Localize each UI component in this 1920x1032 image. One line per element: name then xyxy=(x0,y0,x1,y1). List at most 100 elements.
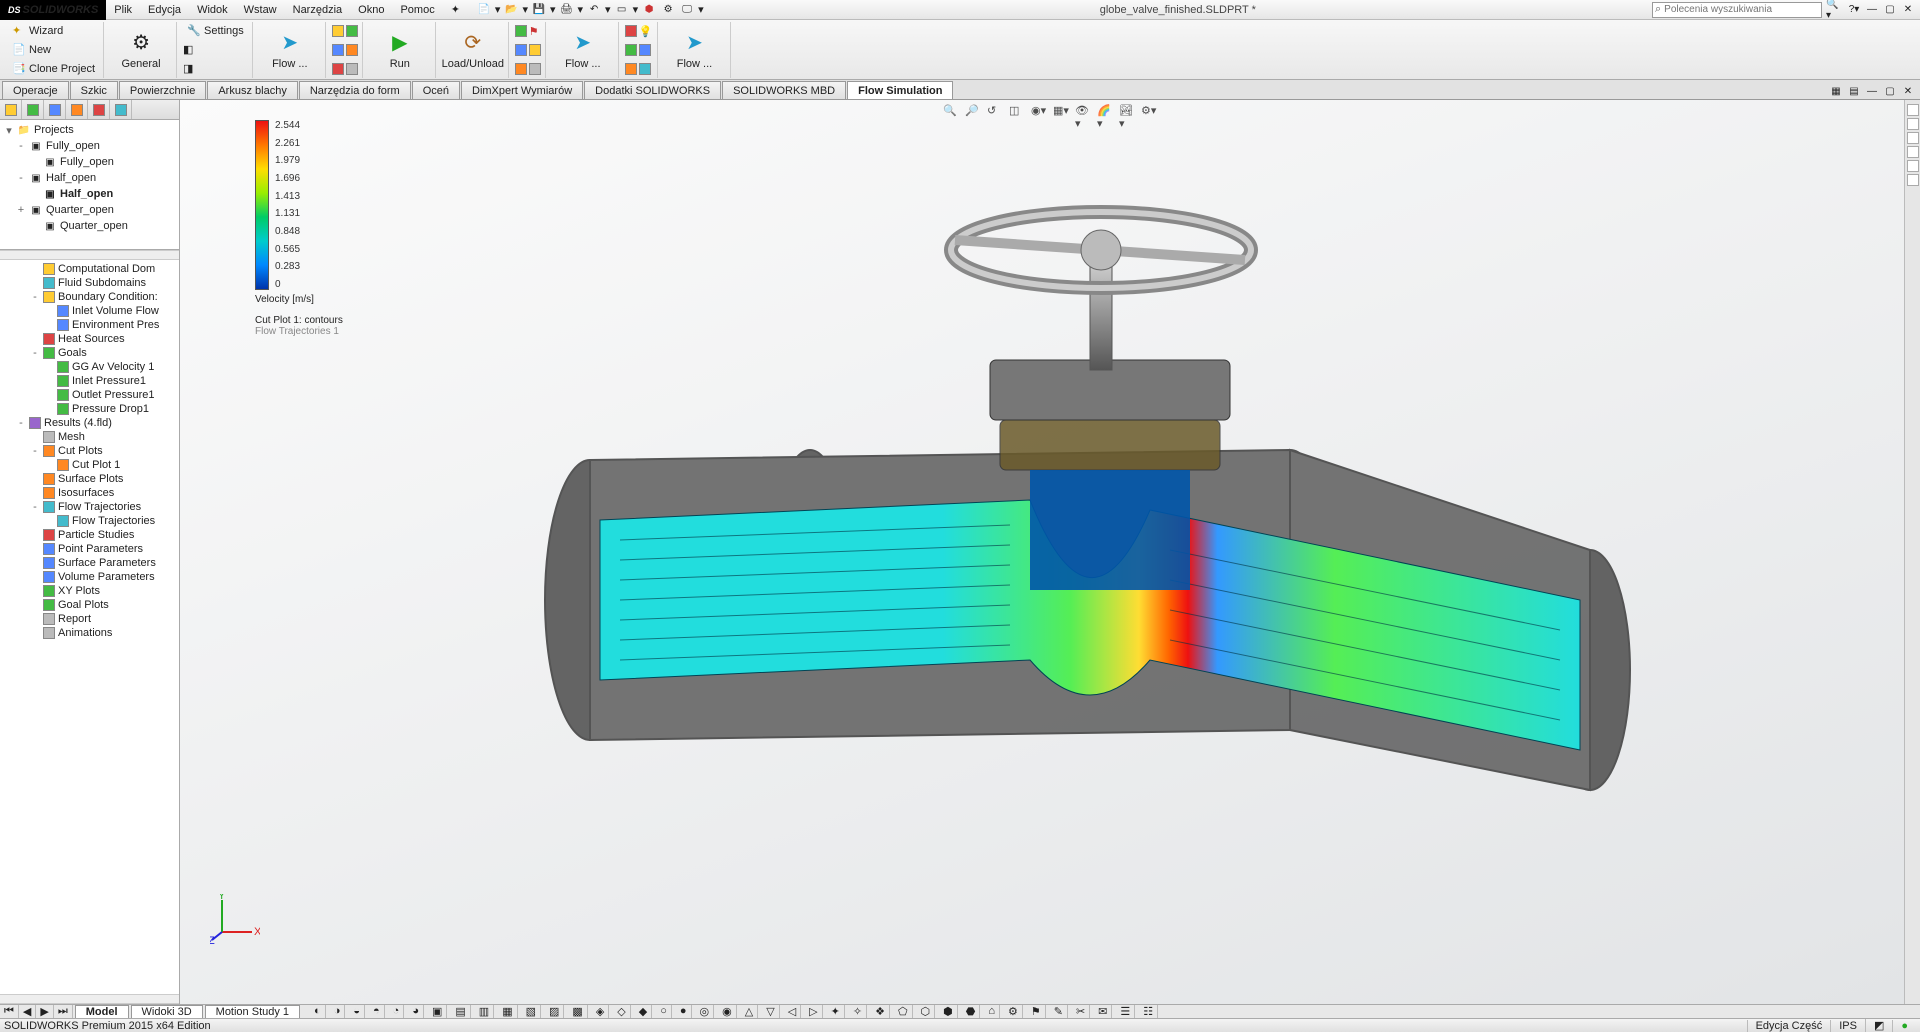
menu-narzędzia[interactable]: Narzędzia xyxy=(285,0,351,20)
bottom-toolbar-icon[interactable]: ▷ xyxy=(805,1005,822,1018)
zoom-area-icon[interactable]: 🔎 xyxy=(965,104,981,120)
tree-item[interactable]: -▣Half_open xyxy=(2,170,177,186)
bottom-toolbar-icon[interactable]: ◓ xyxy=(369,1005,385,1018)
appearance-icon[interactable]: 🌈▾ xyxy=(1097,104,1113,120)
flow3-button[interactable]: ➤Flow ... xyxy=(664,23,726,77)
tree-item[interactable]: Point Parameters xyxy=(2,542,177,556)
tree-scrollbar[interactable] xyxy=(0,250,179,260)
bottom-toolbar-icon[interactable]: ⚑ xyxy=(1027,1005,1046,1018)
bottom-toolbar-icon[interactable]: ⬢ xyxy=(939,1005,958,1018)
rib-ico-15[interactable] xyxy=(625,63,637,75)
rib-ico-1[interactable] xyxy=(332,25,344,37)
bulb-icon[interactable]: 💡 xyxy=(639,25,653,38)
bottom-toolbar-icon[interactable]: ▦ xyxy=(498,1005,517,1018)
tab-szkic[interactable]: Szkic xyxy=(70,81,118,99)
tree-item[interactable]: Computational Dom xyxy=(2,262,177,276)
flow-button[interactable]: ➤Flow ... xyxy=(259,23,321,77)
prev-view-icon[interactable]: ↺ xyxy=(987,104,1003,120)
tab-cascade-icon[interactable]: ▤ xyxy=(1846,83,1862,99)
pane-tab-3[interactable] xyxy=(44,100,66,119)
rail-icon-6[interactable] xyxy=(1907,174,1919,186)
hide-show-icon[interactable]: 👁▾ xyxy=(1075,104,1091,120)
new-doc-icon[interactable]: 📄 xyxy=(476,2,492,18)
search-dropdown-icon[interactable]: 🔍▾ xyxy=(1826,2,1842,18)
tree-item[interactable]: Inlet Pressure1 xyxy=(2,374,177,388)
tab-operacje[interactable]: Operacje xyxy=(2,81,69,99)
zoom-fit-icon[interactable]: 🔍 xyxy=(943,104,959,120)
rib-ico-14[interactable] xyxy=(639,44,651,56)
bt-prev[interactable]: ◀ xyxy=(19,1005,36,1018)
undo-icon[interactable]: ↶ xyxy=(586,2,602,18)
tree-root[interactable]: ▾📁Projects xyxy=(2,122,177,138)
bottom-toolbar-icon[interactable]: ◆ xyxy=(635,1005,652,1018)
tree-item[interactable]: Inlet Volume Flow xyxy=(2,304,177,318)
tree-item[interactable]: GG Av Velocity 1 xyxy=(2,360,177,374)
tree-item[interactable]: +▣Quarter_open xyxy=(2,202,177,218)
print-icon[interactable]: 🖨 xyxy=(559,2,575,18)
bottom-toolbar-icon[interactable]: ▧ xyxy=(522,1005,541,1018)
flow2-button[interactable]: ➤Flow ... xyxy=(552,23,614,77)
tree-item[interactable]: ▣Fully_open xyxy=(2,154,177,170)
tree-item[interactable]: Surface Parameters xyxy=(2,556,177,570)
tree-item[interactable]: Animations xyxy=(2,626,177,640)
ribbon-icon-a[interactable]: ◧ xyxy=(183,43,197,57)
rebuild-icon[interactable]: ⬢ xyxy=(641,2,657,18)
graphics-viewport[interactable]: 🔍 🔎 ↺ ◫ ◉▾ ▦▾ 👁▾ 🌈▾ 🏞▾ ⚙▾ 2.5442.2611.97… xyxy=(180,100,1920,1004)
ribbon-icon-b[interactable]: ◨ xyxy=(183,62,197,76)
bottom-toolbar-icon[interactable]: ◑ xyxy=(330,1005,346,1018)
tree-item[interactable]: Report xyxy=(2,612,177,626)
results-tree[interactable]: Computational DomFluid Subdomains-Bounda… xyxy=(0,260,179,994)
tree-item[interactable]: Flow Trajectories xyxy=(2,514,177,528)
bottom-tab-motion-study-1[interactable]: Motion Study 1 xyxy=(205,1005,300,1019)
view-orient-icon[interactable]: ◉▾ xyxy=(1031,104,1047,120)
tab-narzędzia-do-form[interactable]: Narzędzia do form xyxy=(299,81,411,99)
projects-tree[interactable]: ▾📁Projects -▣Fully_open▣Fully_open-▣Half… xyxy=(0,120,179,250)
rib-ico-2[interactable] xyxy=(346,25,358,37)
menu-okno[interactable]: Okno xyxy=(350,0,392,20)
bottom-toolbar-icon[interactable]: ◕ xyxy=(408,1005,424,1018)
rib-ico-13[interactable] xyxy=(625,44,637,56)
bottom-toolbar-icon[interactable]: ▣ xyxy=(428,1005,447,1018)
scene-icon[interactable]: 🏞▾ xyxy=(1119,104,1135,120)
wizard-button[interactable]: ✦Wizard xyxy=(8,22,67,40)
run-button[interactable]: ▶Run xyxy=(369,23,431,77)
open-icon[interactable]: 📂 xyxy=(503,2,519,18)
bottom-toolbar-icon[interactable]: ▽ xyxy=(762,1005,779,1018)
tree-item[interactable]: Isosurfaces xyxy=(2,486,177,500)
tree-item[interactable]: -▣Fully_open xyxy=(2,138,177,154)
bottom-toolbar-icon[interactable]: ○ xyxy=(656,1005,672,1018)
bottom-toolbar-icon[interactable]: ✎ xyxy=(1050,1005,1068,1018)
flag-icon[interactable]: ⚑ xyxy=(529,25,539,38)
bottom-tab-widoki-3d[interactable]: Widoki 3D xyxy=(131,1005,203,1019)
tree-item[interactable]: Heat Sources xyxy=(2,332,177,346)
tab-arkusz-blachy[interactable]: Arkusz blachy xyxy=(207,81,297,99)
load-unload-button[interactable]: ⟳Load/Unload xyxy=(442,23,504,77)
tree-item[interactable]: Outlet Pressure1 xyxy=(2,388,177,402)
bottom-toolbar-icon[interactable]: ◔ xyxy=(389,1005,405,1018)
bottom-toolbar-icon[interactable]: ◇ xyxy=(613,1005,630,1018)
tab-flow-simulation[interactable]: Flow Simulation xyxy=(847,81,953,99)
display-style-icon[interactable]: ▦▾ xyxy=(1053,104,1069,120)
bottom-toolbar-icon[interactable]: ☷ xyxy=(1139,1005,1158,1018)
bottom-toolbar-icon[interactable]: ❖ xyxy=(871,1005,890,1018)
tab-oceń[interactable]: Oceń xyxy=(412,81,460,99)
rib-ico-4[interactable] xyxy=(346,44,358,56)
options-icon[interactable]: ⚙ xyxy=(660,2,676,18)
tree-item[interactable]: Goal Plots xyxy=(2,598,177,612)
bottom-toolbar-icon[interactable]: △ xyxy=(741,1005,758,1018)
settings-button[interactable]: 🔧Settings xyxy=(183,22,248,40)
bottom-toolbar-icon[interactable]: ◒ xyxy=(349,1005,365,1018)
tree-item[interactable]: Volume Parameters xyxy=(2,570,177,584)
save-icon[interactable]: 💾 xyxy=(531,2,547,18)
status-units[interactable]: IPS xyxy=(1830,1020,1865,1032)
view-settings-icon[interactable]: ⚙▾ xyxy=(1141,104,1157,120)
bt-last[interactable]: ⏭ xyxy=(54,1005,73,1018)
rib-ico-6[interactable] xyxy=(346,63,358,75)
bottom-toolbar-icon[interactable]: ◐ xyxy=(310,1005,326,1018)
rail-icon-4[interactable] xyxy=(1907,146,1919,158)
tab-powierzchnie[interactable]: Powierzchnie xyxy=(119,81,206,99)
tree-item[interactable]: -Results (4.fld) xyxy=(2,416,177,430)
status-icon-2[interactable]: ● xyxy=(1892,1020,1916,1032)
bt-first[interactable]: ⏮ xyxy=(0,1005,19,1018)
maximize-icon[interactable]: ▢ xyxy=(1882,2,1898,18)
